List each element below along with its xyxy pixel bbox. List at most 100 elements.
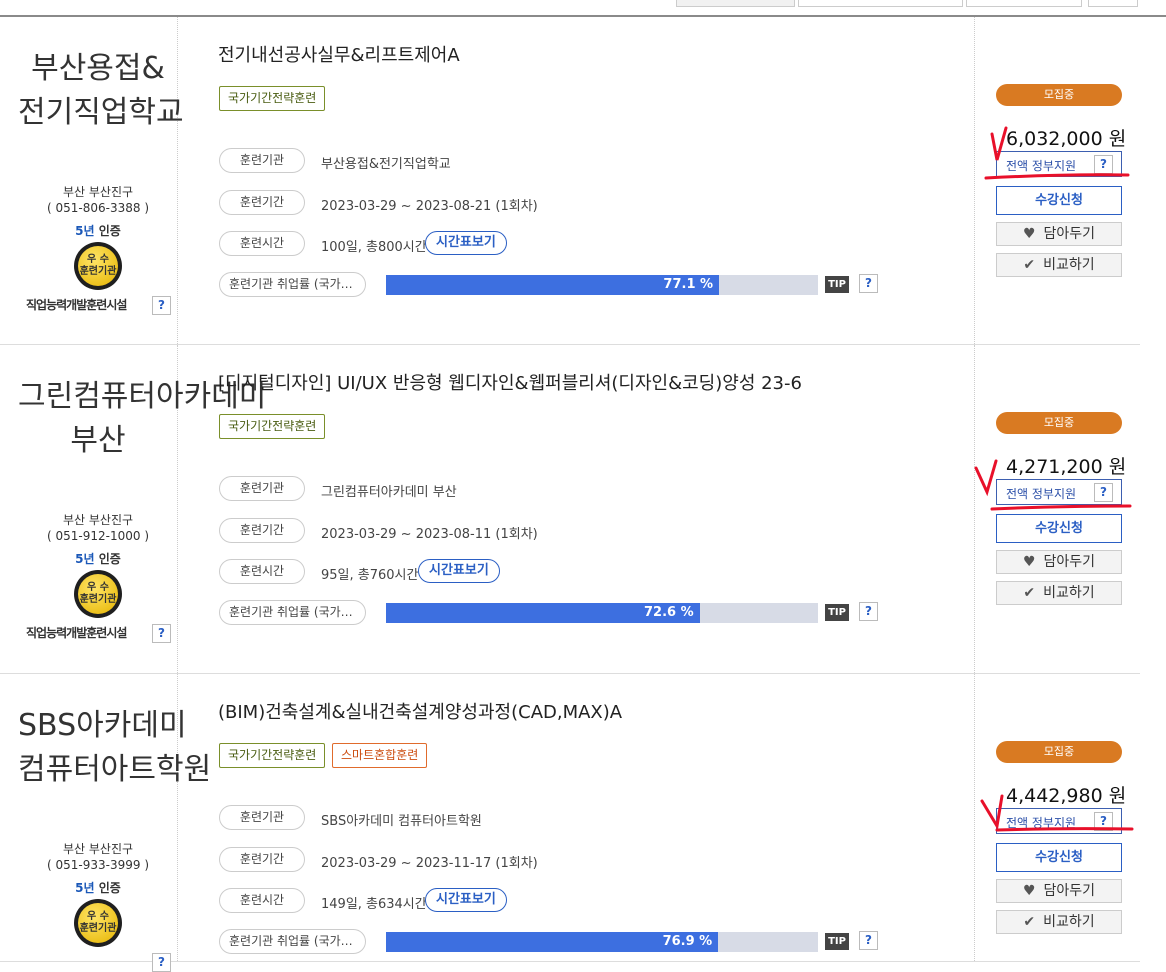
top-tab[interactable] <box>1088 0 1138 7</box>
course-title[interactable]: 전기내선공사실무&리프트제어A <box>218 41 460 67</box>
timetable-button[interactable]: 시간표보기 <box>418 559 500 583</box>
full-government-support[interactable]: 전액 정부지원? <box>996 479 1122 505</box>
certification-years: 5년 <box>75 552 95 566</box>
institution-panel: 그린컴퓨터아카데미 부산 부산 부산진구 ( 051-912-1000 ) 5년 인증… <box>18 345 266 673</box>
hours-value: 100일, 총800시간 <box>321 240 427 255</box>
institution-panel: SBS아카데미 컴퓨터아트학원 부산 부산진구 ( 051-933-3999 ) 5년… <box>18 674 211 972</box>
employment-rate-bar: 77.1 % <box>386 275 818 295</box>
course-price: 4,271,200 원 <box>1006 456 1127 478</box>
institution-region: 부산 부산진구 <box>62 185 134 199</box>
course-price: 6,032,000 원 <box>1006 128 1127 150</box>
org-label: 훈련기관 <box>219 476 305 501</box>
compare-button[interactable]: ✔ 비교하기 <box>996 253 1122 277</box>
government-support-label: 전액 정부지원 <box>1006 816 1077 830</box>
institution-phone: ( 051-806-3388 ) <box>47 201 149 215</box>
institution-region: 부산 부산진구 <box>62 842 134 856</box>
check-icon: ✔ <box>1023 585 1036 601</box>
institution-name[interactable]: 그린컴퓨터아카데미 부산 <box>18 375 266 463</box>
employment-rate-fill: 76.9 % <box>386 932 719 952</box>
institution-panel: 부산용접&전기직업학교부산 부산진구 ( 051-806-3388 ) 5년 인증우… <box>18 17 184 344</box>
course-card: 부산용접&전기직업학교부산 부산진구 ( 051-806-3388 ) 5년 인증우… <box>0 17 1140 345</box>
timetable-button[interactable]: 시간표보기 <box>425 231 507 255</box>
tag-national-strategy: 국가기간전략훈련 <box>219 86 326 111</box>
help-button[interactable]: ? <box>152 624 171 643</box>
employment-rate-label[interactable]: 훈련기관 취업률 (국가… <box>219 600 366 625</box>
compare-button[interactable]: ✔ 비교하기 <box>996 910 1122 934</box>
timetable-button[interactable]: 시간표보기 <box>425 888 507 912</box>
help-button[interactable]: ? <box>859 274 878 293</box>
course-card: 그린컴퓨터아카데미 부산 부산 부산진구 ( 051-912-1000 ) 5년 인증… <box>0 345 1140 674</box>
recruiting-status-badge: 모집중 <box>996 84 1122 106</box>
institution-type: 직업능력개발훈련시설 <box>26 298 127 312</box>
help-button[interactable]: ? <box>152 296 171 315</box>
excellent-institution-badge-icon: 우 수 훈련기관 <box>74 899 122 947</box>
heart-icon: ♥ <box>1022 226 1036 242</box>
employment-rate-label[interactable]: 훈련기관 취업률 (국가… <box>219 272 366 297</box>
full-government-support[interactable]: 전액 정부지원? <box>996 808 1122 834</box>
compare-label: 비교하기 <box>1043 257 1095 273</box>
badge-text: 우 수 훈련기관 <box>78 574 118 614</box>
heart-icon: ♥ <box>1022 554 1036 570</box>
institution-phone: ( 051-933-3999 ) <box>47 858 149 872</box>
period-label: 훈련기간 <box>219 518 305 543</box>
compare-label: 비교하기 <box>1043 585 1095 601</box>
help-button[interactable]: ? <box>1094 483 1113 502</box>
top-tab[interactable] <box>798 0 963 7</box>
institution-name[interactable]: SBS아카데미 컴퓨터아트학원 <box>18 704 211 792</box>
badge-text: 우 수 훈련기관 <box>78 246 118 286</box>
certification-text: 인증 <box>98 881 121 895</box>
hours-label: 훈련시간 <box>219 231 305 256</box>
employment-rate-fill: 77.1 % <box>386 275 720 295</box>
wishlist-button[interactable]: ♥ 담아두기 <box>996 879 1122 903</box>
org-value: 부산용접&전기직업학교 <box>321 157 451 172</box>
top-tab[interactable] <box>676 0 795 7</box>
org-value: SBS아카데미 컴퓨터아트학원 <box>321 814 482 829</box>
apply-button[interactable]: 수강신청 <box>996 514 1122 543</box>
apply-button[interactable]: 수강신청 <box>996 843 1122 872</box>
help-button[interactable]: ? <box>859 602 878 621</box>
certification-label: 5년 인증 <box>18 550 178 567</box>
recruiting-status-badge: 모집중 <box>996 412 1122 434</box>
employment-rate-label[interactable]: 훈련기관 취업률 (국가… <box>219 929 366 954</box>
course-title[interactable]: [디지털디자인] UI/UX 반응형 웹디자인&웹퍼블리셔(디자인&코딩)양성 … <box>218 369 802 395</box>
heart-icon: ♥ <box>1022 883 1036 899</box>
certification-label: 5년 인증 <box>18 222 178 239</box>
tip-badge: TIP <box>825 276 849 293</box>
institution-phone: ( 051-912-1000 ) <box>47 529 149 543</box>
institution-name[interactable]: 부산용접&전기직업학교 <box>18 47 184 135</box>
action-panel: 모집중 4,442,980 원 전액 정부지원? 수강신청 ♥ 담아두기 ✔ 비교하기 <box>974 674 1140 961</box>
period-value: 2023-03-29 ~ 2023-08-21 (1회차) <box>321 199 538 214</box>
compare-button[interactable]: ✔ 비교하기 <box>996 581 1122 605</box>
course-title[interactable]: (BIM)건축설계&실내건축설계양성과정(CAD,MAX)A <box>218 698 622 724</box>
tag-national-strategy: 국가기간전략훈련 <box>219 414 326 439</box>
wishlist-label: 담아두기 <box>1043 226 1096 242</box>
check-icon: ✔ <box>1023 914 1036 930</box>
wishlist-button[interactable]: ♥ 담아두기 <box>996 550 1122 574</box>
hours-value: 149일, 총634시간 <box>321 897 427 912</box>
wishlist-label: 담아두기 <box>1043 554 1096 570</box>
period-label: 훈련기간 <box>219 847 305 872</box>
apply-button[interactable]: 수강신청 <box>996 186 1122 215</box>
help-button[interactable]: ? <box>859 931 878 950</box>
help-button[interactable]: ? <box>1094 155 1113 174</box>
full-government-support[interactable]: 전액 정부지원? <box>996 151 1122 177</box>
wishlist-button[interactable]: ♥ 담아두기 <box>996 222 1122 246</box>
top-tab[interactable] <box>966 0 1082 7</box>
top-toolbar <box>0 0 1166 17</box>
compare-label: 비교하기 <box>1043 914 1095 930</box>
tip-badge: TIP <box>825 933 849 950</box>
tag-national-strategy: 국가기간전략훈련 <box>219 743 326 768</box>
hours-label: 훈련시간 <box>219 559 305 584</box>
badge-text: 우 수 훈련기관 <box>78 903 118 943</box>
hours-value: 95일, 총760시간 <box>321 568 419 583</box>
help-button[interactable]: ? <box>1094 812 1113 831</box>
excellent-institution-badge-icon: 우 수 훈련기관 <box>74 570 122 618</box>
hours-label: 훈련시간 <box>219 888 305 913</box>
course-price: 4,442,980 원 <box>1006 785 1127 807</box>
course-card: SBS아카데미 컴퓨터아트학원 부산 부산진구 ( 051-933-3999 ) 5년… <box>0 674 1140 972</box>
government-support-label: 전액 정부지원 <box>1006 159 1077 173</box>
employment-rate-bar: 72.6 % <box>386 603 818 623</box>
period-value: 2023-03-29 ~ 2023-08-11 (1회차) <box>321 527 538 542</box>
help-button[interactable]: ? <box>152 953 171 972</box>
certification-years: 5년 <box>75 224 95 238</box>
